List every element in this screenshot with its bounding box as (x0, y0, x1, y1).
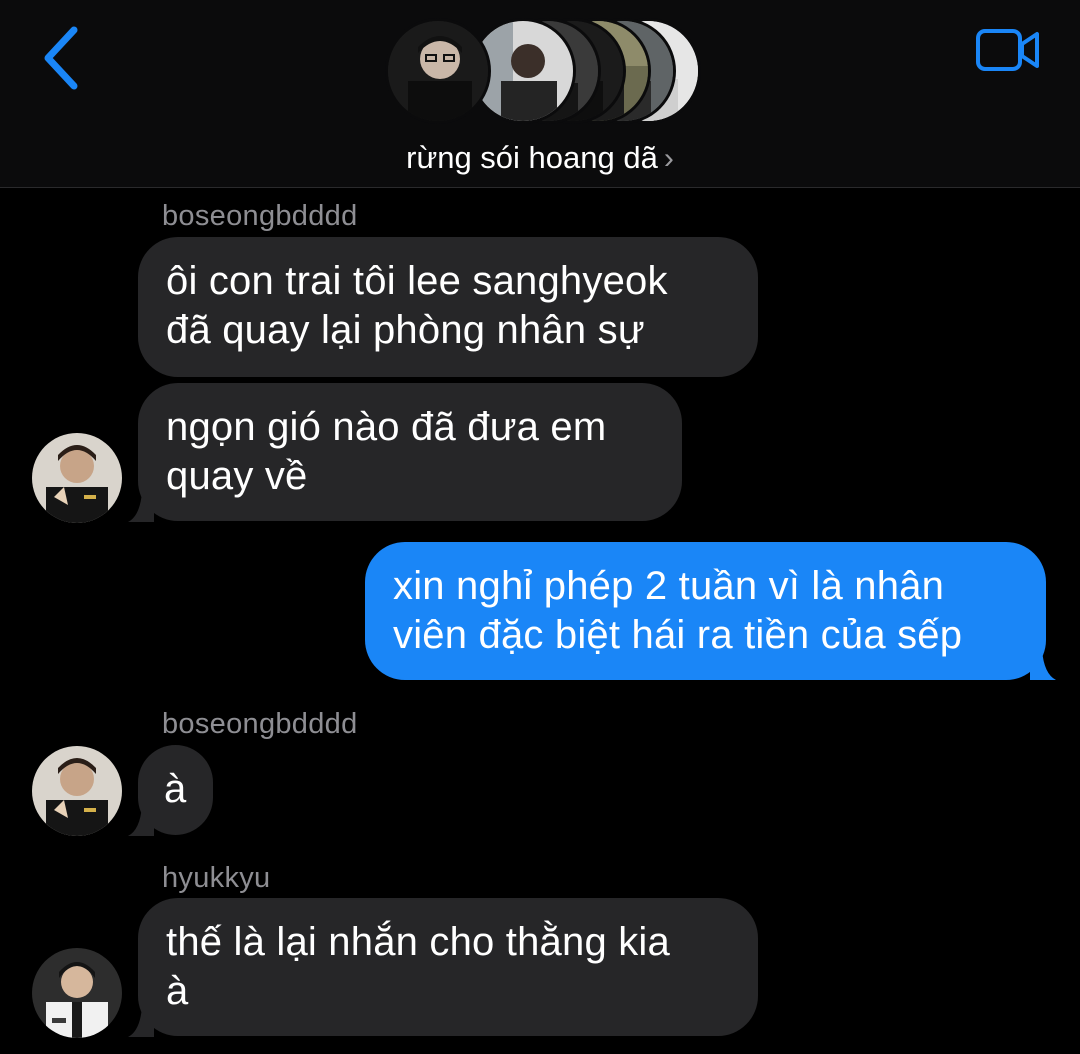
avatar-photo (32, 433, 122, 523)
sender-name: hyukkyu (162, 862, 271, 894)
group-name-link[interactable]: rừng sói hoang dã › (0, 140, 1080, 176)
incoming-message-bubble[interactable]: thế là lại nhắn cho thằng kia à (138, 898, 758, 1036)
chevron-left-icon (44, 26, 78, 90)
avatar-photo (32, 746, 122, 836)
sender-name: boseongbdddd (162, 200, 358, 232)
outgoing-message-bubble[interactable]: xin nghỉ phép 2 tuần vì là nhân viên đặc… (365, 542, 1046, 680)
incoming-message-bubble[interactable]: ngọn gió nào đã đưa em quay về (138, 383, 682, 521)
bubble-tail (128, 1007, 154, 1037)
avatar-photo (32, 948, 122, 1038)
avatar[interactable] (32, 433, 122, 523)
chevron-right-icon: › (663, 142, 674, 175)
group-name: rừng sói hoang dã (406, 140, 658, 175)
sender-name: boseongbdddd (162, 708, 358, 740)
video-camera-icon (976, 29, 1039, 71)
bubble-tail (128, 806, 154, 836)
bubble-tail (128, 492, 154, 522)
avatar[interactable] (32, 746, 122, 836)
back-button[interactable] (30, 22, 90, 94)
group-avatar-stack[interactable] (385, 18, 705, 128)
incoming-message-bubble[interactable]: ôi con trai tôi lee sanghyeok đã quay lạ… (138, 237, 758, 377)
member-avatar (385, 18, 491, 124)
avatar[interactable] (32, 948, 122, 1038)
bubble-tail (1030, 650, 1056, 680)
video-call-button[interactable] (968, 22, 1048, 78)
chat-header: rừng sói hoang dã › (0, 0, 1080, 188)
